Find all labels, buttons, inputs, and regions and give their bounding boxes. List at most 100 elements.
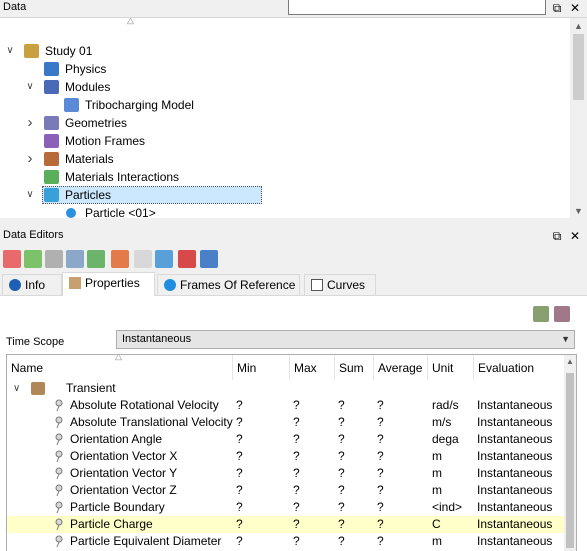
tree-item[interactable]: Physics — [0, 60, 560, 78]
chevron-right-icon[interactable]: › — [24, 150, 36, 168]
tree-item[interactable]: Motion Frames — [0, 132, 560, 150]
cell-evaluation: Instantaneous — [477, 517, 553, 531]
table-row[interactable]: Orientation Angle???? dega Instantaneous — [7, 431, 567, 448]
column-header-unit[interactable]: Unit — [428, 355, 474, 380]
cell-evaluation: Instantaneous — [477, 398, 553, 412]
table-row[interactable]: Orientation Vector X???? m Instantaneous — [7, 448, 567, 465]
toolbar-tool-3-icon[interactable] — [45, 250, 63, 268]
scroll-down-icon[interactable]: ▼ — [570, 203, 587, 218]
cell-min: ? — [236, 500, 243, 514]
toolbar-tool-7-icon[interactable] — [134, 250, 152, 268]
toolbar-tool-10-icon[interactable] — [200, 250, 218, 268]
cell-sum: ? — [338, 517, 345, 531]
sort-caret-icon: △ — [127, 17, 134, 25]
column-header-average[interactable]: Average — [374, 355, 428, 380]
tab-frames-of-reference[interactable]: Frames Of Reference — [157, 274, 300, 295]
table-row[interactable]: Particle Charge???? C Instantaneous — [7, 516, 567, 533]
group-label: Transient — [66, 381, 116, 395]
add-property-icon[interactable] — [533, 306, 549, 322]
cell-evaluation: Instantaneous — [477, 534, 553, 548]
data-tree-scrollbar[interactable]: ▲ ▼ — [570, 18, 587, 218]
property-pin-icon — [54, 416, 64, 429]
cell-min: ? — [236, 398, 243, 412]
toolbar-tool-8-icon[interactable] — [155, 250, 173, 268]
cell-max: ? — [293, 466, 300, 480]
cell-sum: ? — [338, 449, 345, 463]
tree-item[interactable]: Tribocharging Model — [0, 96, 560, 114]
chevron-down-icon[interactable]: ∨ — [24, 186, 36, 204]
data-tree: △ ∨ Study 01 Physics ∨ Modules Tribocharging … — [0, 17, 587, 218]
chevron-down-icon[interactable]: ∨ — [13, 380, 20, 397]
data-search-input[interactable] — [288, 0, 546, 15]
cell-min: ? — [236, 415, 243, 429]
table-row[interactable]: Particle Equivalent Diameter???? m Instant… — [7, 533, 567, 550]
grid-header: Name Min Max Sum Average Unit Evaluation — [7, 355, 567, 380]
column-header-evaluation[interactable]: Evaluation — [474, 355, 567, 380]
cell-unit: m/s — [432, 415, 452, 429]
column-header-name[interactable]: Name — [7, 355, 233, 380]
toolbar-tool-2-icon[interactable] — [24, 250, 42, 268]
table-row[interactable]: Absolute Translational Velocity???? m/s In… — [7, 414, 567, 431]
tab-info[interactable]: Info — [2, 274, 62, 295]
close-icon[interactable]: ✕ — [568, 1, 582, 15]
toolbar-tool-9-icon[interactable] — [178, 250, 196, 268]
column-header-max[interactable]: Max — [290, 355, 335, 380]
scroll-thumb[interactable] — [566, 373, 574, 548]
cell-unit: rad/s — [432, 398, 459, 412]
frames-icon — [164, 279, 176, 291]
toolbar-tool-6-icon[interactable] — [111, 250, 129, 268]
restore-icon[interactable]: ⧉ — [550, 1, 564, 15]
cell-name: Particle Boundary — [70, 500, 165, 514]
table-row[interactable]: Orientation Vector Y???? m Instantaneous — [7, 465, 567, 482]
cell-evaluation: Instantaneous — [477, 483, 553, 497]
cell-max: ? — [293, 415, 300, 429]
cell-min: ? — [236, 432, 243, 446]
toolbar-tool-1-icon[interactable] — [3, 250, 21, 268]
tab-label: Curves — [327, 278, 366, 292]
time-scope-value: Instantaneous — [122, 333, 192, 345]
tree-item[interactable]: › Materials — [0, 150, 560, 168]
table-row[interactable]: Orientation Vector Z???? m Instantaneous — [7, 482, 567, 499]
properties-grid: △ Name Min Max Sum Average Unit Evaluati… — [6, 354, 577, 551]
group-row-transient[interactable]: ∨ Transient — [7, 380, 567, 397]
cell-average: ? — [377, 449, 384, 463]
tree-item[interactable]: ∨ Study 01 — [0, 42, 560, 60]
cell-name: Orientation Vector Y — [70, 466, 178, 480]
tree-item[interactable]: ∨ Modules — [0, 78, 560, 96]
tree-item-label: Particles — [65, 188, 112, 202]
tree-item[interactable]: › Geometries — [0, 114, 560, 132]
restore-icon[interactable]: ⧉ — [550, 229, 564, 243]
edit-property-icon[interactable] — [554, 306, 570, 322]
tree-item[interactable]: ∨ Particles — [0, 186, 560, 204]
grid-scrollbar[interactable]: ▲ — [564, 355, 576, 551]
tree-item[interactable]: Particle <01> — [0, 204, 560, 218]
chevron-down-icon[interactable]: ∨ — [24, 78, 36, 96]
chevron-right-icon[interactable]: › — [24, 114, 36, 132]
tab-label: Info — [25, 278, 46, 292]
study-icon — [24, 44, 39, 58]
materials-interactions-icon — [44, 170, 59, 184]
cell-max: ? — [293, 449, 300, 463]
close-icon[interactable]: ✕ — [568, 229, 582, 243]
scroll-up-icon[interactable]: ▲ — [570, 18, 587, 34]
scroll-up-icon[interactable]: ▲ — [564, 355, 576, 369]
table-row[interactable]: Particle Boundary???? <ind> Instantaneous — [7, 499, 567, 516]
cell-evaluation: Instantaneous — [477, 466, 553, 480]
column-header-sum[interactable]: Sum — [335, 355, 374, 380]
toolbar-tool-5-icon[interactable] — [87, 250, 105, 268]
time-scope-select[interactable]: Instantaneous ▼ — [116, 330, 575, 349]
scroll-thumb[interactable] — [573, 34, 584, 100]
cell-sum: ? — [338, 483, 345, 497]
table-row[interactable]: Absolute Rotational Velocity???? rad/s Ins… — [7, 397, 567, 414]
cell-evaluation: Instantaneous — [477, 500, 553, 514]
editors-panel-title: Data Editors — [3, 229, 64, 241]
particle-dot-icon — [66, 208, 76, 218]
chevron-down-icon[interactable]: ∨ — [4, 42, 16, 60]
tree-item-label: Modules — [65, 80, 111, 94]
toolbar-tool-4-icon[interactable] — [66, 250, 84, 268]
column-header-min[interactable]: Min — [233, 355, 290, 380]
tab-properties[interactable]: Properties — [62, 272, 155, 297]
tree-item[interactable]: Materials Interactions — [0, 168, 560, 186]
tab-curves[interactable]: Curves — [304, 274, 376, 295]
property-pin-icon — [54, 535, 64, 548]
